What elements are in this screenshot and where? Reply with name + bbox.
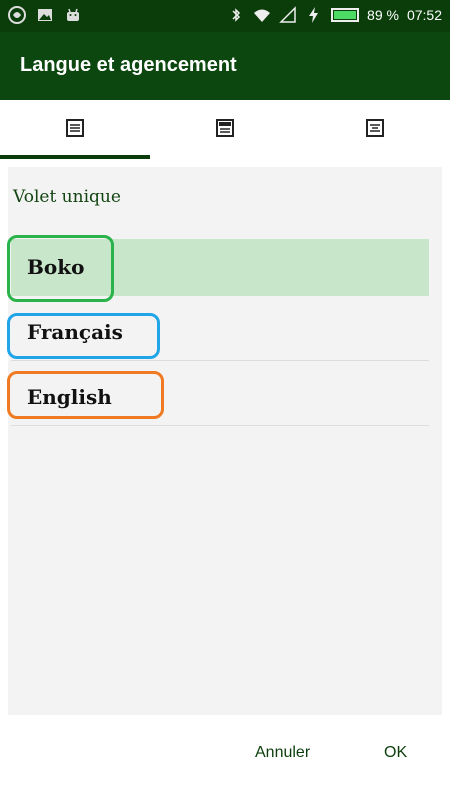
image-icon: [36, 6, 54, 24]
list-layout-icon: [365, 118, 385, 143]
battery-percentage: 89 %: [367, 7, 399, 23]
page-title: Langue et agencement: [20, 54, 237, 76]
status-bar: 89 % 07:52: [0, 0, 450, 32]
bluetooth-icon: [227, 6, 245, 24]
highlight-outline-english: [7, 371, 164, 419]
cancel-button[interactable]: Annuler: [255, 744, 310, 762]
single-pane-layout-icon: [65, 118, 85, 143]
split-layout-icon: [215, 118, 235, 143]
ok-button[interactable]: OK: [384, 744, 407, 762]
app-logo-icon: [8, 6, 26, 24]
tab-list-layout[interactable]: [300, 100, 450, 160]
tab-split-layout[interactable]: [150, 100, 300, 160]
clock: 07:52: [406, 7, 442, 23]
tab-single-pane[interactable]: [0, 100, 150, 160]
highlight-outline-boko: [7, 235, 114, 302]
language-panel: Volet unique Boko Français English: [7, 167, 442, 715]
wifi-icon: [253, 6, 271, 24]
android-icon: [64, 6, 82, 24]
layout-tabs: [0, 100, 450, 160]
app-bar: Langue et agencement: [0, 32, 450, 100]
signal-icon: [279, 6, 297, 24]
battery-icon: [331, 8, 360, 22]
highlight-outline-francais: [7, 313, 160, 359]
charging-icon: [305, 6, 323, 24]
section-title: Volet unique: [13, 187, 121, 207]
selected-tab-indicator: [0, 155, 150, 159]
